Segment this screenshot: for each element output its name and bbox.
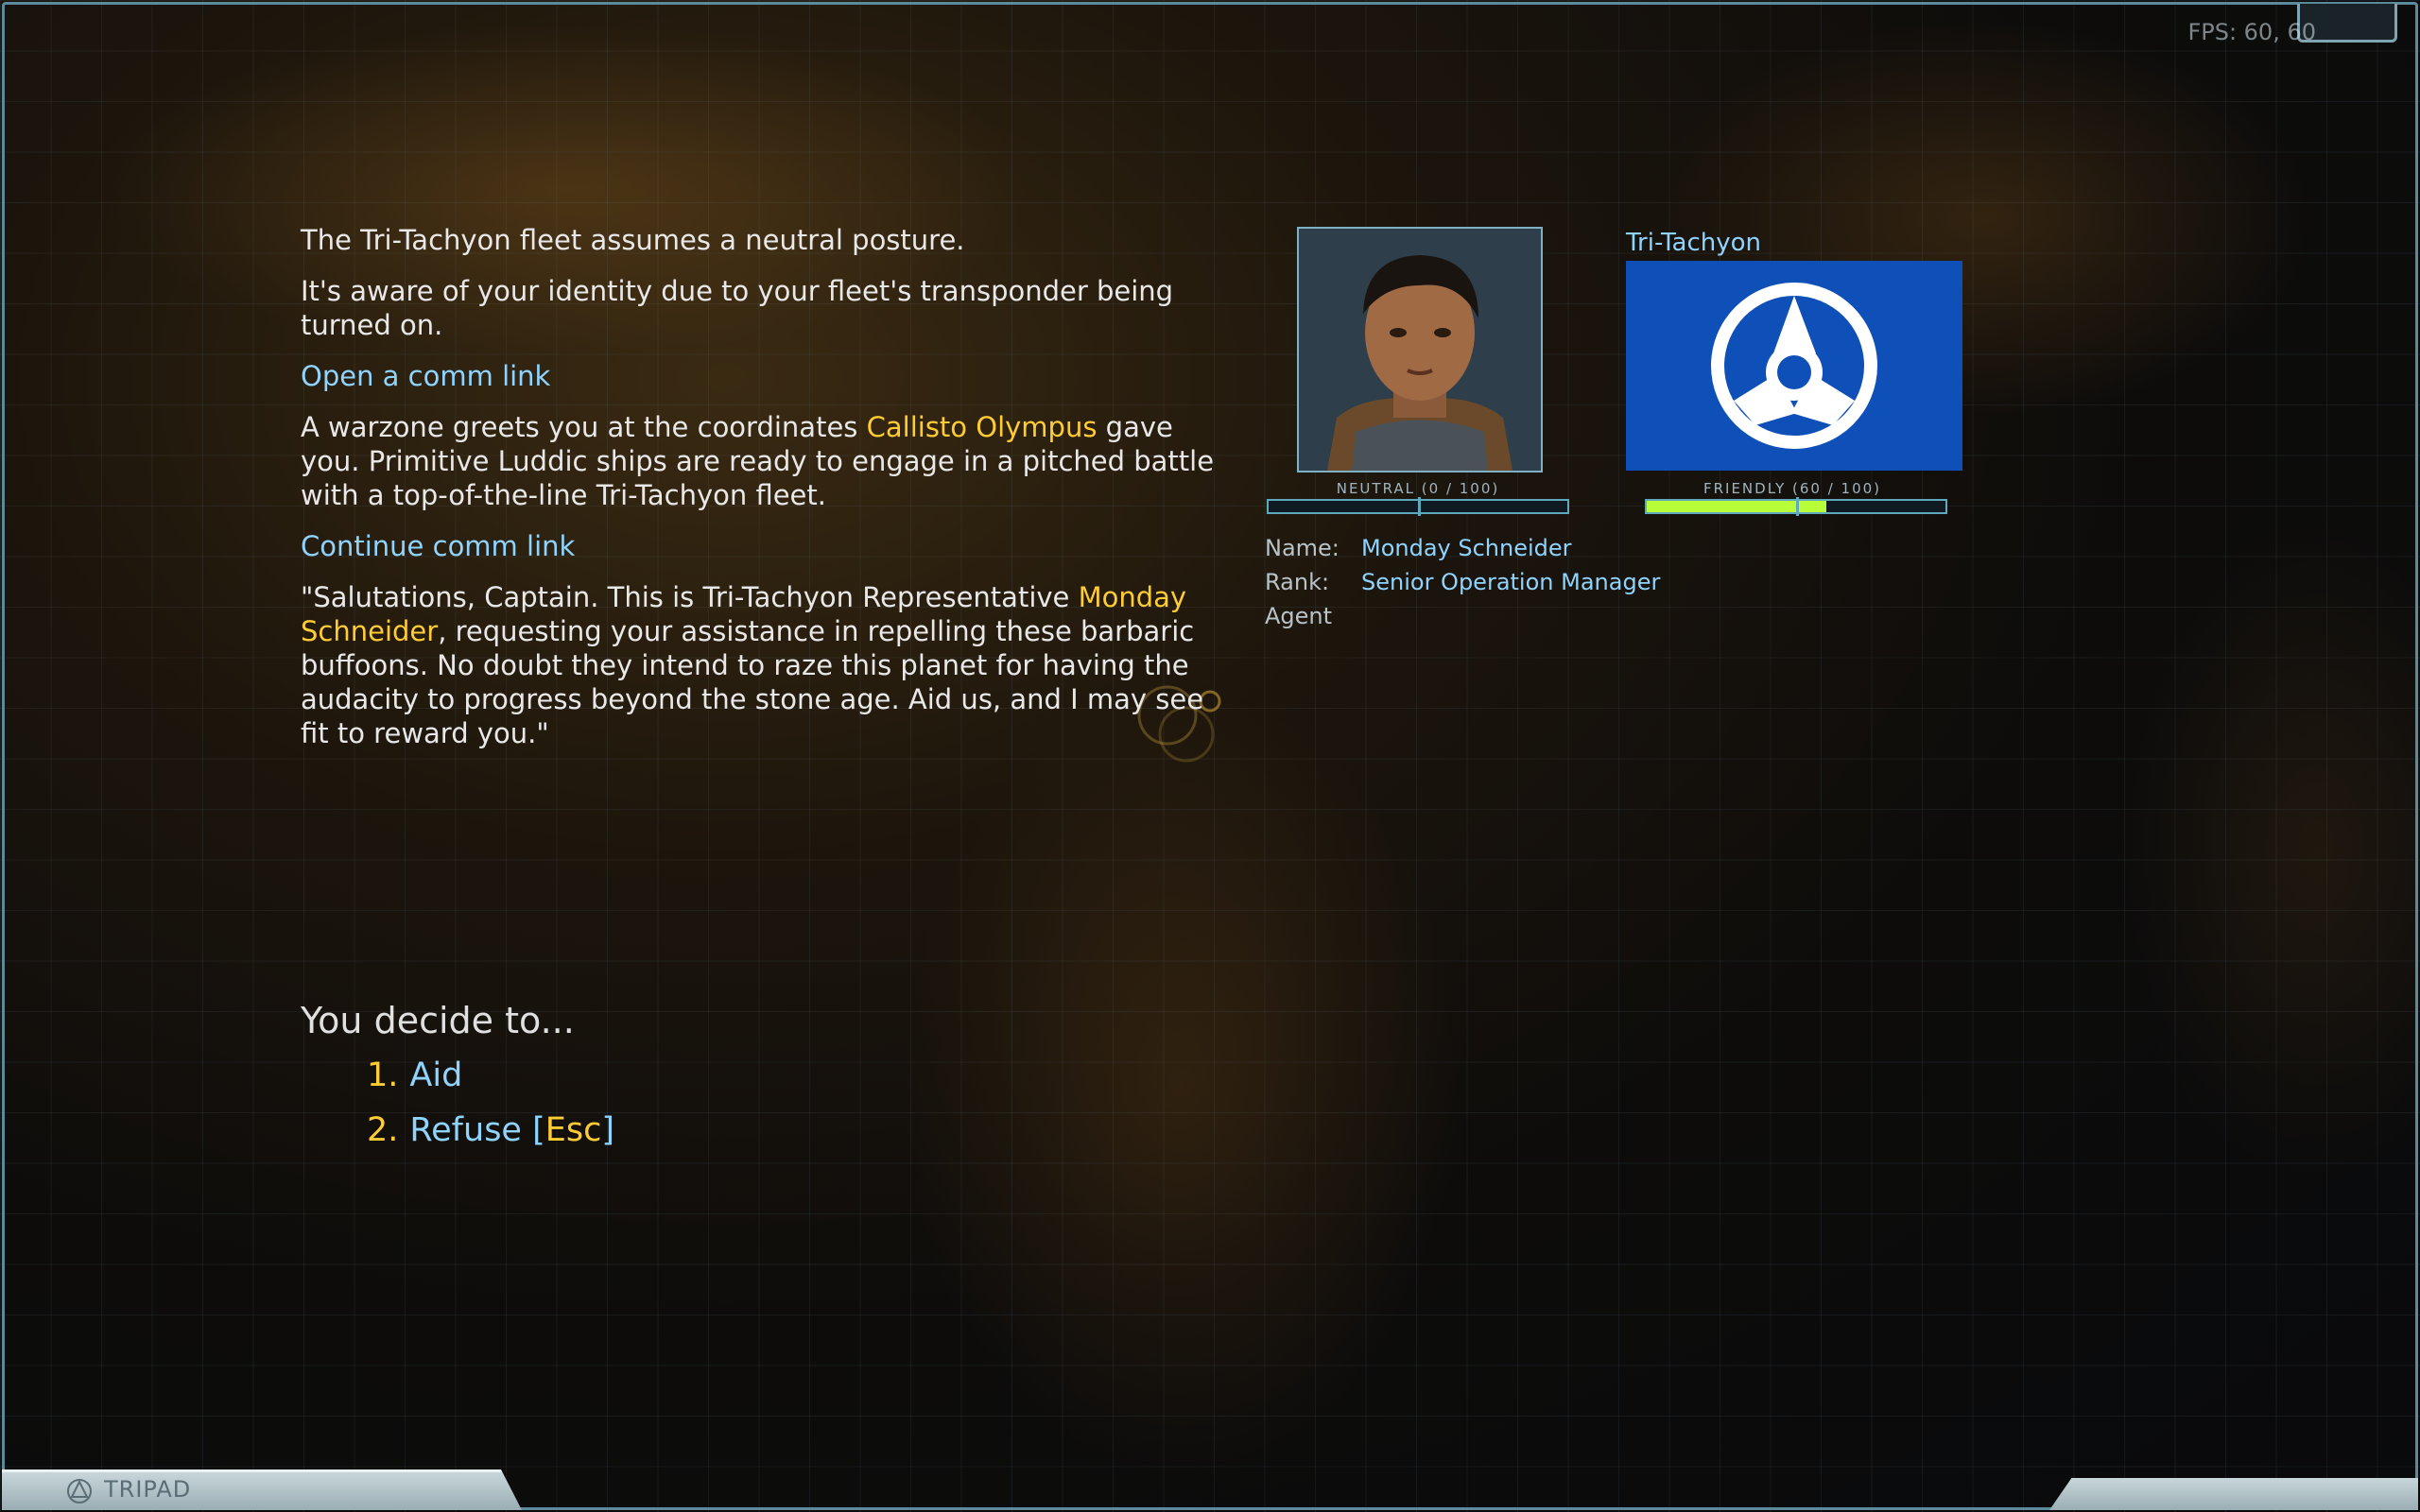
tripad-button[interactable]: TRIPAD [2, 1469, 522, 1510]
tri-tachyon-logo-icon [1711, 283, 1877, 449]
open-comm-link[interactable]: Open a comm link [301, 360, 550, 392]
person-rank: Senior Operation Manager [1361, 569, 1661, 595]
dialog-paragraph: It's aware of your identity due to your … [301, 275, 1174, 341]
portrait-image [1299, 229, 1541, 471]
decision-prompt: You decide to... [301, 1000, 575, 1041]
person-portrait [1297, 227, 1543, 472]
option-list: 1. Aid 2. Refuse [Esc] [367, 1053, 614, 1162]
dialog-paragraph: A warzone greets you at the coordinates … [301, 411, 1215, 511]
faction-relation-bar [1645, 497, 1947, 516]
bottom-right-panel [2049, 1478, 2418, 1510]
faction-relation-label: FRIENDLY (60 / 100) [1703, 480, 1882, 497]
dialog-paragraph: The Tri-Tachyon fleet assumes a neutral … [301, 224, 965, 256]
fps-counter: FPS: 60, 60 [2187, 19, 2316, 45]
faction-name: Tri-Tachyon [1626, 229, 1762, 257]
option-refuse[interactable]: 2. Refuse [Esc] [367, 1108, 614, 1162]
dialog-paragraph: "Salutations, Captain. This is Tri-Tachy… [301, 581, 1204, 749]
tripad-logo-icon [67, 1479, 92, 1503]
continue-comm-link[interactable]: Continue comm link [301, 530, 575, 562]
option-aid[interactable]: 1. Aid [367, 1053, 614, 1108]
location-highlight: Callisto Olympus [866, 411, 1098, 443]
person-info: Name: Monday Schneider Rank: Senior Operat… [1265, 531, 1660, 633]
dialog-text: The Tri-Tachyon fleet assumes a neutral … [301, 223, 1227, 767]
person-relation-label: NEUTRAL (0 / 100) [1336, 480, 1500, 497]
person-relation-bar [1267, 497, 1569, 516]
faction-relation-fill [1647, 501, 1826, 512]
person-post: Agent [1265, 603, 1333, 629]
tripad-label: TRIPAD [104, 1476, 192, 1503]
faction-flag [1626, 261, 1962, 471]
person-name: Monday Schneider [1361, 535, 1572, 561]
